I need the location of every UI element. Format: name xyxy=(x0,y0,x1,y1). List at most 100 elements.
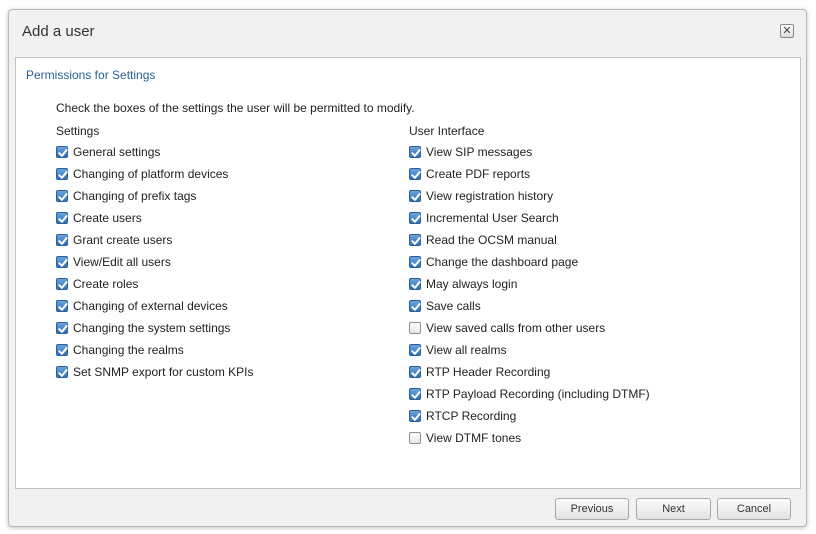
permission-label: RTP Header Recording xyxy=(426,365,551,379)
checkmark-icon xyxy=(411,347,421,355)
permission-row[interactable]: View all realms xyxy=(409,339,650,361)
permission-row[interactable]: Set SNMP export for custom KPIs xyxy=(56,361,254,383)
permission-row[interactable]: View/Edit all users xyxy=(56,251,254,273)
permission-row[interactable]: Changing the realms xyxy=(56,339,254,361)
permission-row[interactable]: May always login xyxy=(409,273,650,295)
permission-label: Change the dashboard page xyxy=(426,255,579,269)
permission-row[interactable]: Changing of platform devices xyxy=(56,163,254,185)
permission-label: Changing of external devices xyxy=(73,299,228,313)
dialog-title: Add a user xyxy=(22,23,95,40)
checkmark-icon xyxy=(411,171,421,179)
permission-row[interactable]: RTP Header Recording xyxy=(409,361,650,383)
permission-row[interactable]: RTCP Recording xyxy=(409,405,650,427)
column-heading-user-interface: User Interface xyxy=(409,124,485,138)
permission-row[interactable]: Change the dashboard page xyxy=(409,251,650,273)
close-icon[interactable]: ✕ xyxy=(780,24,794,38)
intro-text: Check the boxes of the settings the user… xyxy=(56,101,415,115)
dialog-titlebar: Add a user ✕ xyxy=(9,10,806,54)
checkbox-checked[interactable] xyxy=(409,256,421,268)
checkbox-checked[interactable] xyxy=(409,190,421,202)
checkmark-icon xyxy=(411,215,421,223)
checkbox-checked[interactable] xyxy=(56,322,68,334)
permission-label: Changing the realms xyxy=(73,343,184,357)
checkmark-icon xyxy=(411,259,421,267)
permission-row[interactable]: Changing of prefix tags xyxy=(56,185,254,207)
checkbox-checked[interactable] xyxy=(56,234,68,246)
checkbox-checked[interactable] xyxy=(409,168,421,180)
checkmark-icon xyxy=(411,413,421,421)
permission-row[interactable]: Changing of external devices xyxy=(56,295,254,317)
checkbox-checked[interactable] xyxy=(409,278,421,290)
checkmark-icon xyxy=(411,391,421,399)
permission-label: View DTMF tones xyxy=(426,431,522,445)
checkbox-checked[interactable] xyxy=(56,344,68,356)
checkbox-checked[interactable] xyxy=(56,168,68,180)
permission-row[interactable]: RTP Payload Recording (including DTMF) xyxy=(409,383,650,405)
checkmark-icon xyxy=(411,303,421,311)
permission-label: RTCP Recording xyxy=(426,409,517,423)
checkbox-checked[interactable] xyxy=(56,366,68,378)
checkbox-checked[interactable] xyxy=(409,344,421,356)
checkmark-icon xyxy=(411,281,421,289)
cancel-button[interactable]: Cancel xyxy=(717,498,791,520)
checkmark-icon xyxy=(58,303,68,311)
checkbox-checked[interactable] xyxy=(56,190,68,202)
checkbox-checked[interactable] xyxy=(409,212,421,224)
permission-row[interactable]: Changing the system settings xyxy=(56,317,254,339)
permission-label: Save calls xyxy=(426,299,481,313)
permission-label: View all realms xyxy=(426,343,507,357)
user-interface-column: User Interface View SIP messages Create P… xyxy=(409,124,650,449)
checkmark-icon xyxy=(58,193,68,201)
permission-row[interactable]: Create PDF reports xyxy=(409,163,650,185)
next-button[interactable]: Next xyxy=(636,498,711,520)
checkmark-icon xyxy=(411,369,421,377)
permission-label: Read the OCSM manual xyxy=(426,233,557,247)
checkbox-checked[interactable] xyxy=(409,410,421,422)
column-heading-settings: Settings xyxy=(56,124,100,138)
checkbox-checked[interactable] xyxy=(56,146,68,158)
checkmark-icon xyxy=(58,171,68,179)
checkbox-checked[interactable] xyxy=(409,146,421,158)
permission-label: Create roles xyxy=(73,277,139,291)
checkmark-icon xyxy=(58,149,68,157)
checkbox-checked[interactable] xyxy=(56,212,68,224)
checkbox-checked[interactable] xyxy=(409,234,421,246)
section-title: Permissions for Settings xyxy=(26,68,156,82)
permission-row[interactable]: View DTMF tones xyxy=(409,427,650,449)
checkmark-icon xyxy=(58,281,68,289)
previous-button[interactable]: Previous xyxy=(555,498,629,520)
checkbox-checked[interactable] xyxy=(56,256,68,268)
permissions-panel: Permissions for Settings Check the boxes… xyxy=(15,57,801,489)
permission-row[interactable]: Grant create users xyxy=(56,229,254,251)
checkbox-unchecked[interactable] xyxy=(409,432,421,444)
permission-row[interactable]: View saved calls from other users xyxy=(409,317,650,339)
permission-label: RTP Payload Recording (including DTMF) xyxy=(426,387,650,401)
permission-label: View/Edit all users xyxy=(73,255,171,269)
checkmark-icon xyxy=(58,237,68,245)
permission-row[interactable]: View SIP messages xyxy=(409,141,650,163)
checkbox-checked[interactable] xyxy=(409,388,421,400)
permission-label: View saved calls from other users xyxy=(426,321,606,335)
permission-row[interactable]: Incremental User Search xyxy=(409,207,650,229)
checkbox-checked[interactable] xyxy=(56,278,68,290)
permission-row[interactable]: Read the OCSM manual xyxy=(409,229,650,251)
checkmark-icon xyxy=(58,325,68,333)
permission-row[interactable]: General settings xyxy=(56,141,254,163)
permission-label: Set SNMP export for custom KPIs xyxy=(73,365,254,379)
permission-label: Incremental User Search xyxy=(426,211,559,225)
permission-row[interactable]: Save calls xyxy=(409,295,650,317)
permission-label: Grant create users xyxy=(73,233,173,247)
settings-column: Settings General settings Changing of pla… xyxy=(56,124,254,383)
permission-label: Changing of prefix tags xyxy=(73,189,197,203)
add-user-dialog: Add a user ✕ Permissions for Settings Ch… xyxy=(8,9,807,527)
checkbox-checked[interactable] xyxy=(409,366,421,378)
checkmark-icon xyxy=(58,215,68,223)
checkbox-unchecked[interactable] xyxy=(409,322,421,334)
settings-checkbox-list: General settings Changing of platform dev… xyxy=(56,141,254,383)
permission-row[interactable]: Create roles xyxy=(56,273,254,295)
permission-row[interactable]: View registration history xyxy=(409,185,650,207)
permission-row[interactable]: Create users xyxy=(56,207,254,229)
permission-label: General settings xyxy=(73,145,161,159)
checkbox-checked[interactable] xyxy=(409,300,421,312)
checkbox-checked[interactable] xyxy=(56,300,68,312)
